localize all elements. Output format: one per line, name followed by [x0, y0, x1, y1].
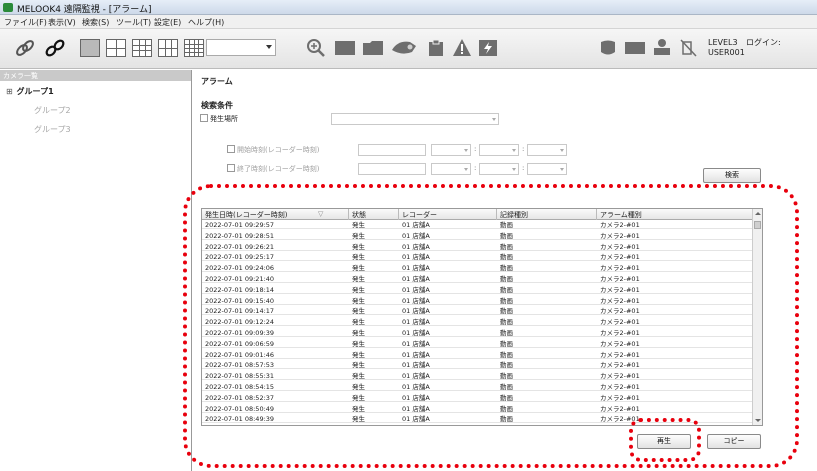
- layout-9-button[interactable]: [132, 39, 152, 57]
- login-label: ログイン:: [746, 38, 781, 47]
- sidebar-item-label: グループ1: [16, 87, 54, 96]
- layout-1-button[interactable]: [80, 39, 100, 57]
- speaker-icon[interactable]: [598, 38, 618, 58]
- location-checkbox[interactable]: [200, 114, 208, 122]
- chevron-down-icon: [464, 149, 468, 152]
- chevron-down-icon: [266, 45, 272, 49]
- app-icon: [3, 3, 13, 12]
- end-date-input[interactable]: [358, 163, 426, 175]
- monitor-icon[interactable]: [334, 38, 356, 58]
- camera-icon[interactable]: [390, 38, 418, 58]
- unlink-icon[interactable]: [44, 39, 66, 57]
- chevron-down-icon: [492, 118, 496, 121]
- end-second-select[interactable]: [527, 163, 567, 175]
- flash-icon[interactable]: [478, 38, 498, 58]
- clipboard-icon[interactable]: [426, 38, 446, 58]
- display-icon[interactable]: [624, 38, 646, 58]
- menu-search[interactable]: 検索(S): [82, 17, 109, 28]
- expand-icon[interactable]: ⊞: [6, 87, 14, 96]
- level-text: LEVEL3: [708, 38, 738, 47]
- zoom-in-icon[interactable]: [306, 38, 326, 58]
- menu-view[interactable]: 表示(V): [48, 17, 76, 28]
- menu-settings[interactable]: 設定(E): [154, 17, 181, 28]
- start-minute-select[interactable]: [479, 144, 519, 156]
- alarm-panel: アラーム 検索条件 発生場所 開始時刻(レコーダー時刻) : : 終了時刻(レコ…: [183, 70, 817, 471]
- menu-file[interactable]: ファイル(F): [4, 17, 47, 28]
- start-time-label: 開始時刻(レコーダー時刻): [237, 146, 320, 154]
- folder-icon[interactable]: [362, 38, 384, 58]
- table-highlight-callout: [183, 184, 799, 468]
- sidebar-header: カメラ一覧: [0, 70, 191, 81]
- layout-dropdown[interactable]: [206, 39, 276, 56]
- search-button[interactable]: 検索: [703, 168, 761, 183]
- chevron-down-icon: [560, 168, 564, 171]
- menu-tools[interactable]: ツール(T): [116, 17, 151, 28]
- start-second-select[interactable]: [527, 144, 567, 156]
- recorder-icon[interactable]: [652, 38, 672, 58]
- location-label: 発生場所: [210, 115, 238, 123]
- layout-4-button[interactable]: [106, 39, 126, 57]
- user-text: USER001: [708, 48, 745, 57]
- window-title: MELOOK4 遠隔監視 - [アラーム]: [17, 5, 152, 15]
- end-minute-select[interactable]: [479, 163, 519, 175]
- link-icon[interactable]: [14, 39, 36, 57]
- layout-16-button[interactable]: [184, 39, 204, 57]
- chevron-down-icon: [512, 149, 516, 152]
- menu-bar: ファイル(F) 表示(V) 検索(S) ツール(T) 設定(E) ヘルプ(H): [0, 15, 817, 29]
- layout-10-button[interactable]: [158, 39, 178, 57]
- end-time-checkbox[interactable]: [227, 164, 235, 172]
- toolbar: LEVEL3 USER001 ログイン:: [0, 29, 817, 69]
- end-time-label: 終了時刻(レコーダー時刻): [237, 165, 320, 173]
- menu-help[interactable]: ヘルプ(H): [188, 17, 224, 28]
- level-indicator: LEVEL3 USER001: [708, 38, 745, 58]
- mute-icon[interactable]: [680, 38, 698, 58]
- sidebar: カメラ一覧 ⊞ グループ1 グループ2 グループ3: [0, 70, 192, 471]
- sidebar-item-group2[interactable]: グループ2: [34, 105, 71, 116]
- end-hour-select[interactable]: [431, 163, 471, 175]
- sidebar-item-group3[interactable]: グループ3: [34, 124, 71, 135]
- search-conditions-title: 検索条件: [201, 101, 233, 110]
- chevron-down-icon: [512, 168, 516, 171]
- chevron-down-icon: [560, 149, 564, 152]
- start-date-input[interactable]: [358, 144, 426, 156]
- title-bar: MELOOK4 遠隔監視 - [アラーム]: [0, 0, 817, 15]
- location-select[interactable]: [331, 113, 499, 125]
- warning-icon[interactable]: [452, 38, 472, 58]
- chevron-down-icon: [464, 168, 468, 171]
- play-button-highlight-callout: [629, 418, 701, 462]
- sidebar-item-group1[interactable]: ⊞ グループ1: [6, 86, 54, 97]
- start-time-checkbox[interactable]: [227, 145, 235, 153]
- start-hour-select[interactable]: [431, 144, 471, 156]
- page-title: アラーム: [201, 77, 233, 86]
